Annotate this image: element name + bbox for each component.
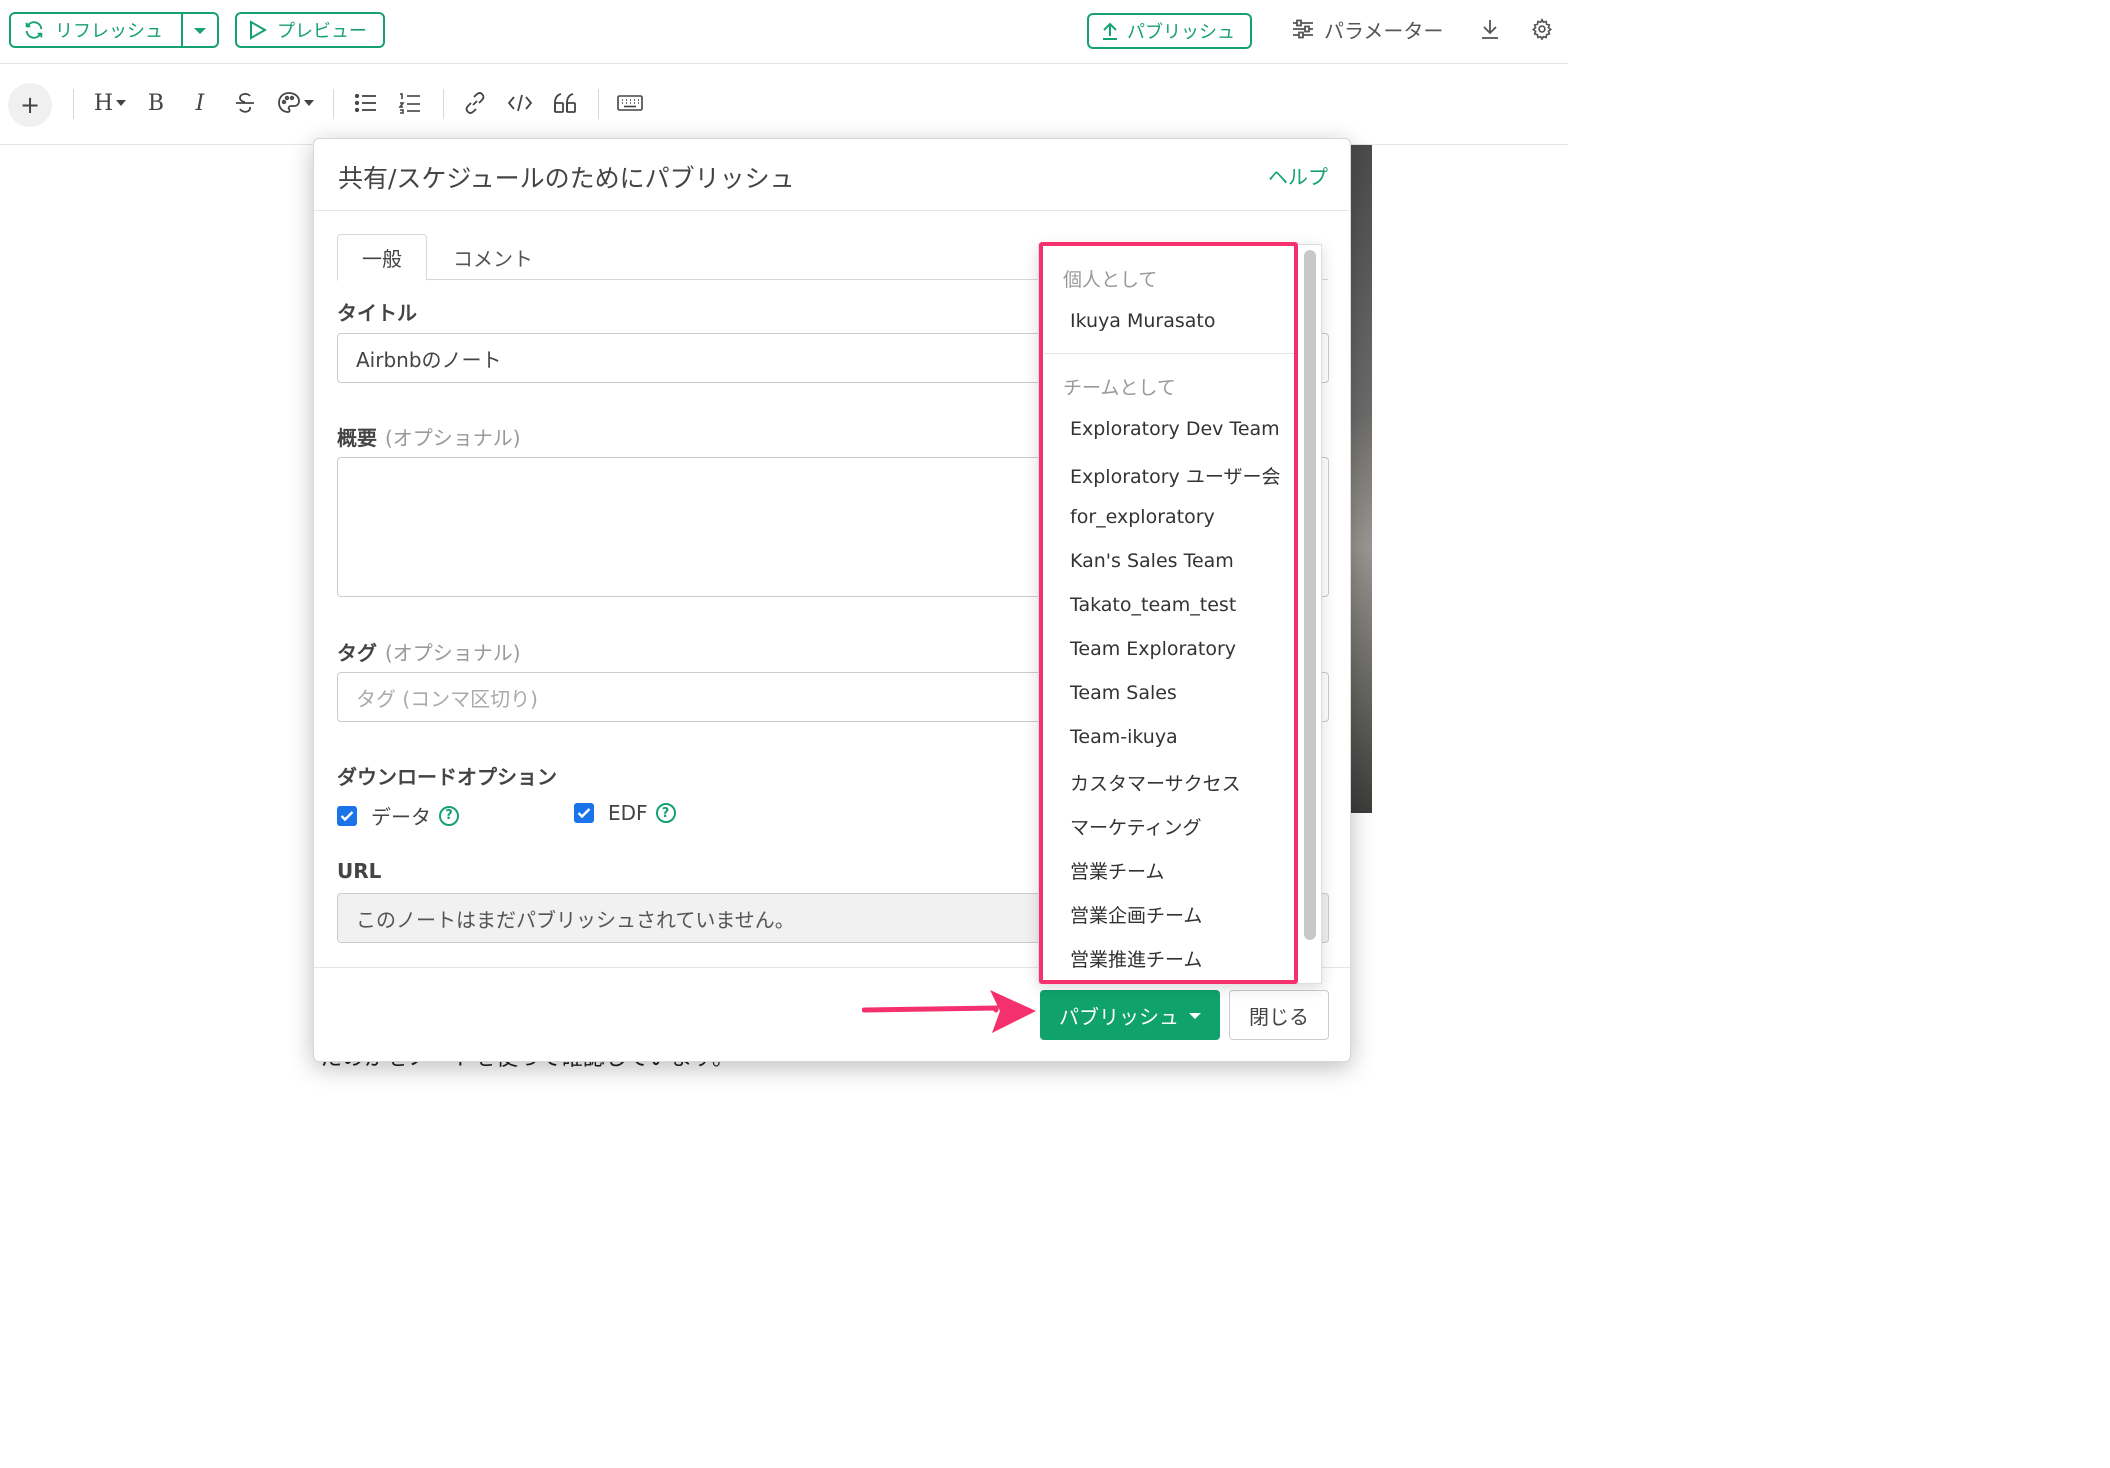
download-options-label: ダウンロードオプション: [337, 765, 557, 789]
edf-checkbox-label: EDF: [608, 801, 648, 825]
split-divider: [181, 14, 183, 46]
italic-button[interactable]: I: [184, 83, 216, 123]
publish-top-button[interactable]: パブリッシュ: [1087, 13, 1252, 49]
data-checkbox[interactable]: データ ?: [337, 801, 459, 830]
refresh-icon: [23, 19, 45, 41]
parameters-label: パラメーター: [1324, 18, 1444, 43]
keyboard-button[interactable]: [614, 83, 646, 123]
download-icon: [1480, 18, 1500, 40]
modal-title: 共有/スケジュールのためにパブリッシュ: [338, 164, 795, 193]
sliders-icon: [1292, 19, 1314, 39]
publish-top-label: パブリッシュ: [1127, 22, 1235, 43]
parameters-button[interactable]: パラメーター: [1292, 14, 1443, 44]
top-bar: リフレッシュ プレビュー パブリッシュ パラメーター: [0, 0, 1568, 64]
close-button[interactable]: 閉じる: [1229, 990, 1329, 1040]
dropdown-item-team[interactable]: 営業企画チーム: [1070, 901, 1202, 928]
download-button[interactable]: [1480, 14, 1500, 44]
insert-button[interactable]: +: [8, 83, 52, 127]
help-circle-icon[interactable]: ?: [439, 805, 459, 826]
edf-checkbox[interactable]: EDF ?: [574, 801, 676, 825]
quote-icon: [552, 92, 578, 114]
editor-toolbar: + H B I: [0, 65, 1568, 145]
toolbar-separator: [598, 89, 599, 119]
dropdown-item-team[interactable]: Team Sales: [1070, 682, 1177, 704]
dropdown-item-team[interactable]: Exploratory Dev Team: [1070, 418, 1280, 440]
summary-label-text: 概要: [337, 426, 377, 450]
refresh-split-button[interactable]: リフレッシュ: [9, 12, 219, 48]
quote-button[interactable]: [548, 83, 582, 123]
checkbox-checked[interactable]: [337, 805, 357, 826]
tag-label-text: タグ: [337, 641, 377, 665]
toolbar-separator: [73, 89, 74, 119]
summary-optional: (オプショナル): [385, 426, 521, 450]
dropdown-item-team[interactable]: Team Exploratory: [1070, 638, 1236, 660]
dropdown-scrollbar[interactable]: [1304, 250, 1316, 940]
code-button[interactable]: [503, 83, 537, 123]
play-icon: [249, 20, 267, 40]
publish-button-label: パブリッシュ: [1059, 1004, 1179, 1029]
bullet-list-button[interactable]: [350, 83, 382, 123]
caret-down-icon: [1189, 1013, 1201, 1019]
caret-down-icon: [303, 100, 314, 106]
dropdown-divider: [1044, 353, 1296, 354]
dropdown-item-team[interactable]: Team-ikuya: [1070, 726, 1178, 748]
title-label: タイトル: [337, 301, 417, 325]
keyboard-icon: [617, 94, 643, 112]
dropdown-item-team[interactable]: カスタマーサクセス: [1070, 769, 1241, 796]
gear-icon: [1531, 18, 1553, 40]
help-circle-icon[interactable]: ?: [655, 803, 676, 823]
numbered-list-icon: [398, 92, 422, 114]
modal-header: 共有/スケジュールのためにパブリッシュ ヘルプ: [314, 139, 1350, 211]
numbered-list-button[interactable]: [394, 83, 426, 123]
dropdown-item-team[interactable]: for_exploratory: [1070, 506, 1215, 528]
dropdown-item-team[interactable]: Kan's Sales Team: [1070, 550, 1234, 572]
data-checkbox-label: データ: [371, 805, 431, 829]
dropdown-header-team: チームとして: [1063, 377, 1176, 399]
chevron-down-icon[interactable]: [193, 26, 207, 36]
help-link[interactable]: ヘルプ: [1268, 161, 1328, 190]
dropdown-item-personal[interactable]: Ikuya Murasato: [1070, 310, 1216, 332]
palette-icon: [277, 91, 301, 115]
tag-label: タグ (オプショナル): [337, 637, 521, 666]
link-button[interactable]: [459, 83, 491, 123]
tag-optional: (オプショナル): [385, 641, 521, 665]
summary-label: 概要 (オプショナル): [337, 422, 521, 451]
heading-label: H: [93, 90, 114, 116]
link-icon: [463, 91, 487, 115]
dropdown-item-team[interactable]: 営業推進チーム: [1070, 945, 1202, 972]
strikethrough-button[interactable]: [229, 83, 261, 123]
upload-icon: [1101, 21, 1119, 41]
dropdown-header-personal: 個人として: [1063, 269, 1158, 291]
settings-button[interactable]: [1531, 14, 1553, 44]
color-button[interactable]: [275, 83, 315, 123]
dropdown-item-team[interactable]: Exploratory ユーザー会: [1070, 462, 1280, 489]
toolbar-separator: [443, 89, 444, 119]
dropdown-item-team[interactable]: マーケティング: [1070, 813, 1201, 840]
tab-comment[interactable]: コメント: [429, 234, 557, 281]
italic-label: I: [195, 90, 205, 116]
tab-general[interactable]: 一般: [337, 234, 427, 281]
toolbar-separator: [333, 89, 334, 119]
heading-button[interactable]: H: [90, 83, 130, 123]
code-icon: [507, 92, 533, 114]
bold-label: B: [147, 90, 165, 116]
preview-label: プレビュー: [277, 21, 367, 42]
checkbox-checked[interactable]: [574, 803, 594, 823]
bullet-list-icon: [354, 93, 378, 113]
publish-button[interactable]: パブリッシュ: [1040, 990, 1220, 1040]
dropdown-item-team[interactable]: 営業チーム: [1070, 857, 1164, 884]
caret-down-icon: [116, 100, 127, 106]
preview-button[interactable]: プレビュー: [235, 12, 385, 48]
dropdown-item-team[interactable]: Takato_team_test: [1070, 594, 1236, 616]
annotation-arrow: [861, 986, 1038, 1042]
refresh-label: リフレッシュ: [55, 21, 163, 42]
strikethrough-icon: [234, 91, 256, 115]
url-label: URL: [337, 859, 382, 883]
bold-button[interactable]: B: [140, 83, 172, 123]
